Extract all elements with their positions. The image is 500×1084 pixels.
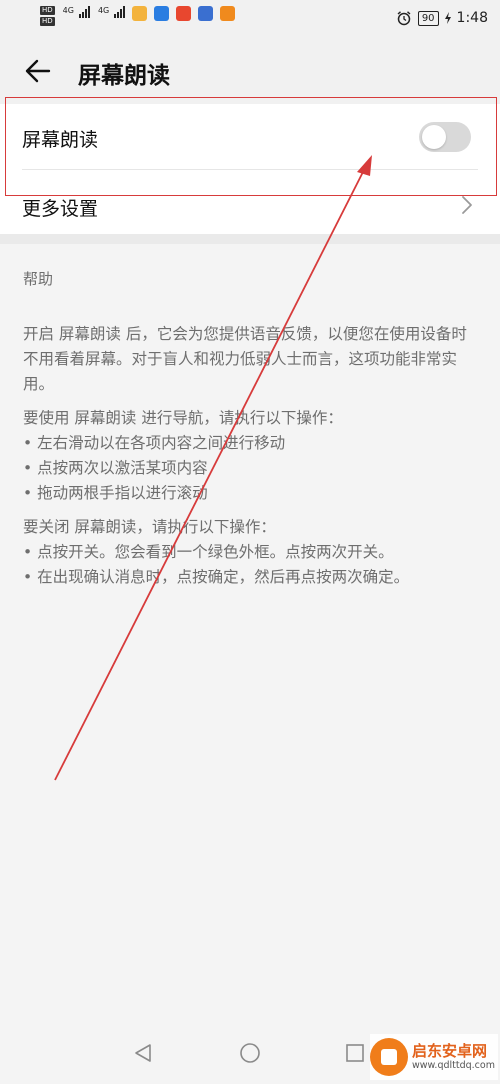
help-off-item: • 在出现确认消息时，点按确定，然后再点按两次确定。 [23,568,410,586]
charging-icon [444,12,451,24]
help-nav-item: • 拖动两根手指以进行滚动 [23,484,208,502]
app-notification-icon-3 [176,6,192,21]
help-body: 开启 屏幕朗读 后，它会为您提供语音反馈，以便您在使用设备时不用看着屏幕。对于盲… [23,322,478,590]
alarm-icon [397,11,411,26]
app-header: 屏幕朗读 [0,40,500,104]
watermark-name: 启东安卓网 [412,1041,488,1060]
help-nav-item: • 左右滑动以在各项内容之间进行移动 [23,434,286,452]
status-right: 90 1:48 [396,10,488,26]
chevron-right-icon [462,196,472,214]
help-nav-title: 要使用 屏幕朗读 进行导航，请执行以下操作： [23,409,343,427]
square-recent-icon[interactable] [344,1042,366,1064]
page-title: 屏幕朗读 [78,63,170,89]
signal-icon [78,6,90,18]
app-notification-icon-2 [154,6,170,21]
network-type-2: 4G [97,6,110,15]
hd-badge-1: HD [40,6,55,15]
more-settings-label: 更多设置 [22,198,99,220]
help-nav-item: • 点按两次以激活某项内容 [23,459,208,477]
status-left: HD HD 4G 4G [40,6,236,26]
help-off-item: • 点按开关。您会看到一个绿色外框。点按两次开关。 [23,543,394,561]
hd-badge-2: HD [40,17,55,26]
section-gap [0,234,500,244]
watermark-url: www.qdlttdq.com [412,1059,495,1071]
annotation-highlight-box [5,97,497,196]
battery-level: 90 [417,10,439,26]
triangle-back-icon[interactable] [132,1042,154,1064]
status-time: 1:48 [456,10,488,26]
signal-icon-2 [114,6,126,18]
watermark-text: 启东安卓网 www.qdlttdq.com [412,1041,495,1072]
help-off-title: 要关闭 屏幕朗读，请执行以下操作： [23,518,276,536]
hd-badges: HD HD [40,6,55,26]
site-watermark: 启东安卓网 www.qdlttdq.com [370,1034,498,1080]
watermark-logo-icon [370,1038,408,1076]
app-notification-icon-4 [198,6,214,21]
app-notification-icon [132,6,148,21]
back-arrow-icon[interactable] [22,56,52,86]
app-notification-icon-5 [220,6,236,21]
status-bar: HD HD 4G 4G 90 1:48 [0,0,500,40]
help-heading: 帮助 [23,270,54,288]
network-type-1: 4G [62,6,74,15]
circle-home-icon[interactable] [239,1042,261,1064]
help-intro: 开启 屏幕朗读 后，它会为您提供语音反馈，以便您在使用设备时不用看着屏幕。对于盲… [23,325,467,393]
help-section: 帮助 开启 屏幕朗读 后，它会为您提供语音反馈，以便您在使用设备时不用看着屏幕。… [0,244,500,1022]
